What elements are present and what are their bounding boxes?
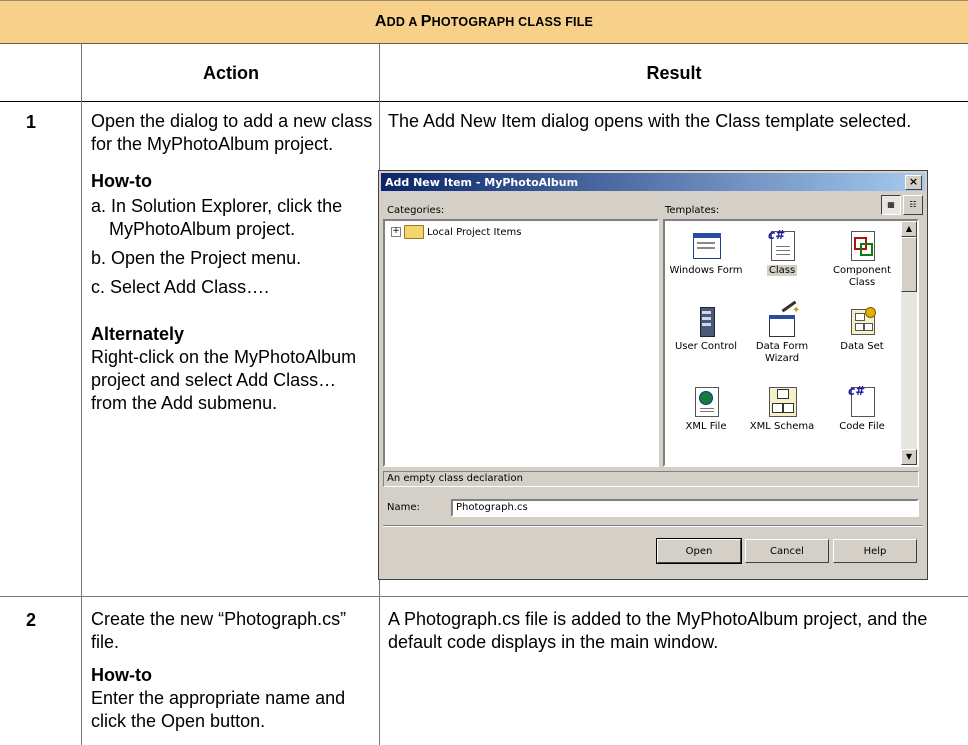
template-label: XML File [685, 421, 727, 432]
template-code-file[interactable]: c# Code File [821, 385, 903, 433]
cancel-button[interactable]: Cancel [745, 539, 829, 563]
template-label: Data Form Wizard [755, 341, 809, 364]
title-part: A [374, 13, 387, 30]
step2-action-text: Create the new “Photograph.cs” file. [91, 609, 347, 652]
template-label: XML Schema [749, 421, 815, 432]
template-label: Code File [839, 421, 885, 432]
template-user-control[interactable]: User Control [665, 305, 747, 353]
header-result: Result [646, 62, 702, 83]
step1-action-cell: Open the dialog to add a new class for t… [91, 110, 373, 415]
title-part: P [420, 13, 432, 30]
template-class[interactable]: c# Class [741, 229, 823, 277]
column-divider [81, 44, 82, 745]
windows-form-icon [691, 229, 721, 261]
dialog-title: Add New Item - MyPhotoAlbum [385, 175, 579, 189]
scroll-down-icon[interactable]: ▼ [901, 449, 917, 465]
add-new-item-dialog: Add New Item - MyPhotoAlbum × Categories… [378, 170, 928, 580]
title-part: DD A [386, 15, 421, 29]
template-data-form-wizard[interactable]: ✦ Data Form Wizard [741, 300, 823, 365]
user-control-icon [691, 305, 721, 337]
name-input[interactable]: Photograph.cs [451, 499, 919, 517]
folder-icon [404, 225, 424, 239]
dialog-separator [383, 525, 923, 527]
template-label: Component Class [832, 265, 892, 288]
template-description: An empty class declaration [383, 471, 919, 487]
expand-icon[interactable]: + [391, 227, 401, 237]
name-label: Name: [387, 502, 420, 513]
close-icon[interactable]: × [905, 175, 922, 190]
data-form-wizard-icon: ✦ [767, 300, 800, 337]
step1-alternately-label: Alternately [91, 324, 185, 344]
template-label: Class [766, 265, 798, 276]
step-number: 1 [26, 112, 37, 132]
howto-item: b. Open the Project menu. [91, 248, 302, 268]
scroll-up-icon[interactable]: ▲ [901, 221, 917, 237]
template-windows-form[interactable]: Windows Form [665, 229, 747, 277]
step2-result-text: A Photograph.cs file is added to the MyP… [388, 609, 928, 652]
step1-action-text: Open the dialog to add a new class for t… [91, 111, 373, 154]
table-title: ADD A PHOTOGRAPH CLASS FILE [375, 13, 593, 31]
template-xml-schema[interactable]: XML Schema [741, 385, 823, 433]
template-label: Data Set [840, 341, 884, 352]
howto-item: a. In Solution Explorer, click the MyPho… [91, 196, 343, 239]
categories-label: Categories: [387, 205, 445, 216]
step-number: 2 [26, 610, 37, 630]
code-file-icon: c# [847, 385, 877, 417]
tree-item-label: Local Project Items [427, 226, 522, 238]
step1-result-text: The Add New Item dialog opens with the C… [388, 111, 912, 131]
xml-file-icon [691, 385, 721, 417]
xml-schema-icon [767, 385, 797, 417]
class-file-icon: c# [767, 229, 797, 261]
open-button[interactable]: Open [656, 538, 742, 564]
table-header-row: Action Result [0, 44, 968, 102]
templates-scrollbar[interactable]: ▲ ▼ [901, 221, 917, 465]
templates-label: Templates: [665, 205, 720, 216]
data-set-icon [847, 305, 877, 337]
template-label: Windows Form [669, 265, 743, 276]
dialog-title-bar: Add New Item - MyPhotoAlbum × [381, 173, 925, 191]
template-component-class[interactable]: Component Class [821, 229, 903, 289]
header-action: Action [203, 62, 259, 83]
row-divider [0, 596, 968, 597]
categories-pane[interactable]: + Local Project Items [383, 219, 659, 467]
step2-action-cell: Create the new “Photograph.cs” file. How… [91, 608, 373, 733]
small-icons-view-icon[interactable]: ☷ [903, 195, 923, 215]
scroll-thumb[interactable] [901, 237, 917, 292]
table-title-bar: ADD A PHOTOGRAPH CLASS FILE [0, 0, 968, 44]
title-part: HOTOGRAPH CLASS FILE [431, 15, 594, 29]
large-icons-view-icon[interactable]: ▦ [881, 195, 901, 215]
howto-item: c. Select Add Class…. [91, 277, 270, 297]
step2-howto-text: Enter the appropriate name and click the… [91, 688, 346, 731]
template-data-set[interactable]: Data Set [821, 305, 903, 353]
step1-howto-label: How-to [91, 171, 152, 191]
templates-pane[interactable]: Windows Form c# Class Component Class Us… [663, 219, 919, 467]
template-xml-file[interactable]: XML File [665, 385, 747, 433]
step1-alternately-text: Right-click on the MyPhotoAlbum project … [91, 347, 357, 413]
tree-item-local-project-items[interactable]: + Local Project Items [391, 225, 521, 239]
help-button[interactable]: Help [833, 539, 917, 563]
step2-howto-label: How-to [91, 665, 152, 685]
template-label: User Control [674, 341, 738, 352]
component-class-icon [847, 229, 877, 261]
